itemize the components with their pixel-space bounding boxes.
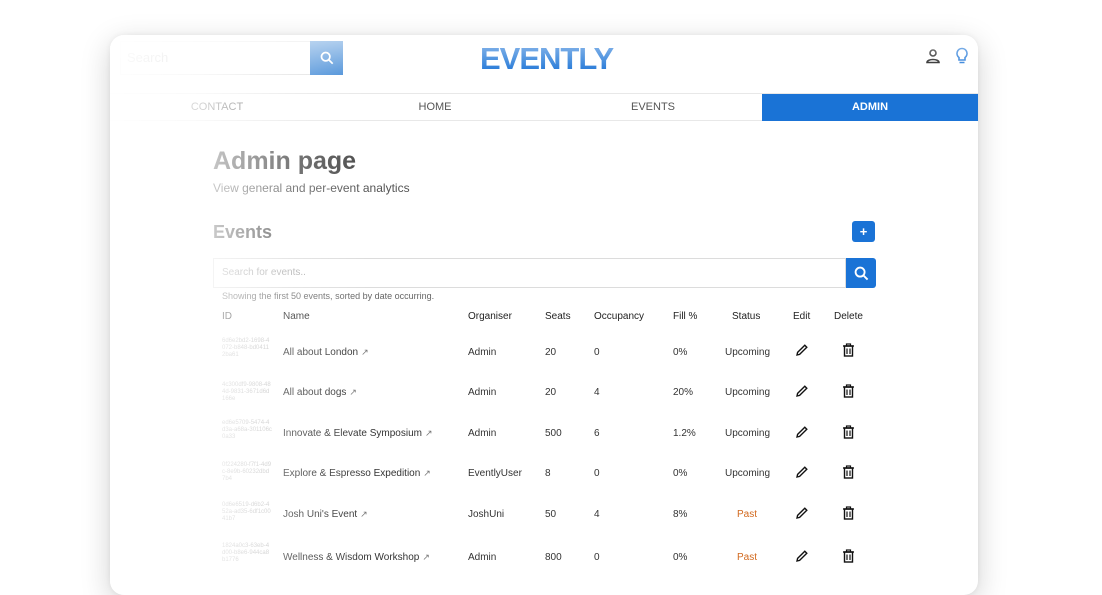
- event-id: ed6e5709-5474-4d3a-a68a-301106c0a33: [222, 420, 272, 440]
- col-header-name[interactable]: Name: [283, 311, 310, 322]
- event-name: All about dogs: [283, 387, 347, 398]
- col-header-id[interactable]: ID: [222, 311, 232, 322]
- event-seats: 20: [545, 387, 557, 398]
- event-name: All about London: [283, 347, 359, 358]
- event-fill: 20%: [673, 387, 694, 398]
- event-occupancy: 4: [594, 509, 600, 520]
- trash-icon[interactable]: [842, 343, 855, 357]
- trash-icon[interactable]: [842, 465, 855, 479]
- event-organiser: Admin: [468, 428, 497, 439]
- page-subtitle: View general and per-event analytics: [213, 181, 410, 195]
- col-header-fill[interactable]: Fill %: [673, 311, 697, 322]
- event-status: Upcoming: [725, 428, 771, 439]
- events-search-button[interactable]: [846, 258, 876, 288]
- event-seats: 50: [545, 509, 557, 520]
- event-status: Upcoming: [725, 387, 771, 398]
- pencil-icon[interactable]: [795, 384, 809, 398]
- app-window: Search EVENTLY CONTACT HOME EVENTS ADMIN…: [110, 35, 978, 595]
- pencil-icon[interactable]: [795, 506, 809, 520]
- event-status: Past: [737, 552, 758, 563]
- lightbulb-icon[interactable]: [955, 47, 969, 70]
- events-search-input[interactable]: Search for events..: [213, 258, 846, 288]
- event-status: Upcoming: [725, 468, 771, 479]
- header-search-button[interactable]: [310, 41, 343, 75]
- event-name: Explore & Espresso Expedition: [283, 468, 421, 479]
- event-seats: 800: [545, 552, 562, 563]
- event-fill: 0%: [673, 347, 688, 358]
- col-header-occupancy[interactable]: Occupancy: [594, 311, 644, 322]
- nav-home[interactable]: HOME: [326, 94, 544, 121]
- event-seats: 500: [545, 428, 562, 439]
- nav-contact[interactable]: CONTACT: [150, 94, 284, 121]
- pencil-icon[interactable]: [795, 549, 809, 563]
- trash-icon[interactable]: [842, 549, 855, 563]
- add-event-button[interactable]: +: [852, 221, 875, 242]
- event-fill: 0%: [673, 468, 688, 479]
- nav-admin[interactable]: ADMIN: [762, 94, 978, 121]
- event-seats: 8: [545, 468, 551, 479]
- header-search-input[interactable]: Search: [120, 41, 310, 75]
- external-link-icon: ↗: [360, 509, 368, 519]
- event-name: Innovate & Elevate Symposium: [283, 428, 422, 439]
- col-header-organiser[interactable]: Organiser: [468, 311, 512, 322]
- event-organiser: Admin: [468, 552, 497, 563]
- main-nav: CONTACT HOME EVENTS ADMIN: [110, 93, 978, 121]
- col-header-seats[interactable]: Seats: [545, 311, 571, 322]
- event-id: 0f224280-f7f1-4d9c-8e9b-60232dbd7b4: [222, 462, 272, 482]
- event-fill: 0%: [673, 552, 688, 563]
- pencil-icon[interactable]: [795, 343, 809, 357]
- page-title: Admin page: [213, 147, 357, 175]
- event-status: Past: [737, 509, 758, 520]
- event-fill: 8%: [673, 509, 688, 520]
- event-seats: 20: [545, 347, 557, 358]
- event-occupancy: 4: [594, 387, 600, 398]
- event-fill: 1.2%: [673, 428, 696, 439]
- col-header-status[interactable]: Status: [732, 311, 760, 322]
- external-link-icon: ↗: [349, 387, 357, 397]
- event-status: Upcoming: [725, 347, 771, 358]
- events-heading: Events: [213, 222, 273, 242]
- event-occupancy: 0: [594, 347, 600, 358]
- results-info: Showing the first 50 events, sorted by d…: [222, 291, 435, 301]
- search-icon: [320, 51, 333, 65]
- event-occupancy: 6: [594, 428, 600, 439]
- pencil-icon[interactable]: [795, 465, 809, 479]
- col-header-delete: Delete: [834, 311, 863, 322]
- search-icon: [854, 266, 868, 280]
- nav-events[interactable]: EVENTS: [544, 94, 762, 121]
- external-link-icon: ↗: [361, 347, 369, 357]
- event-id: 6d6e2bd2-1698-4072-b848-bd04112ba61: [222, 338, 270, 358]
- event-organiser: Admin: [468, 387, 497, 398]
- external-link-icon: ↗: [424, 428, 433, 438]
- event-organiser: JoshUni: [468, 509, 505, 520]
- event-name-link[interactable]: All about dogs ↗: [283, 387, 357, 398]
- event-id: 0d6e6519-d6b2-452a-ad35-6df1c0041b7: [222, 502, 271, 522]
- external-link-icon: ↗: [422, 552, 430, 562]
- event-occupancy: 0: [594, 552, 600, 563]
- event-name: Wellness & Wisdom Workshop: [283, 552, 420, 563]
- event-name-link[interactable]: Innovate & Elevate Symposium ↗: [283, 428, 433, 439]
- event-name: Josh Uni's Event: [283, 509, 358, 520]
- event-organiser: EventlyUser: [468, 468, 522, 479]
- event-name-link[interactable]: All about London ↗: [283, 347, 369, 358]
- pencil-icon[interactable]: [795, 425, 809, 439]
- evently-logo[interactable]: EVENTLY: [480, 41, 614, 77]
- user-icon[interactable]: [925, 48, 941, 69]
- trash-icon[interactable]: [842, 506, 855, 520]
- trash-icon[interactable]: [842, 425, 855, 439]
- event-name-link[interactable]: Explore & Espresso Expedition ↗: [283, 468, 431, 479]
- event-id: 1824a0c3-63eb-4d00-b8e6-944ca8b1776: [222, 543, 270, 563]
- event-name-link[interactable]: Wellness & Wisdom Workshop ↗: [283, 552, 430, 563]
- col-header-edit: Edit: [793, 311, 811, 322]
- event-name-link[interactable]: Josh Uni's Event ↗: [283, 509, 368, 520]
- event-organiser: Admin: [468, 347, 497, 358]
- trash-icon[interactable]: [842, 384, 855, 398]
- event-id: 4c300df9-9808-484d-9831-3671d6d166e: [222, 382, 271, 402]
- event-occupancy: 0: [594, 468, 600, 479]
- external-link-icon: ↗: [423, 468, 431, 478]
